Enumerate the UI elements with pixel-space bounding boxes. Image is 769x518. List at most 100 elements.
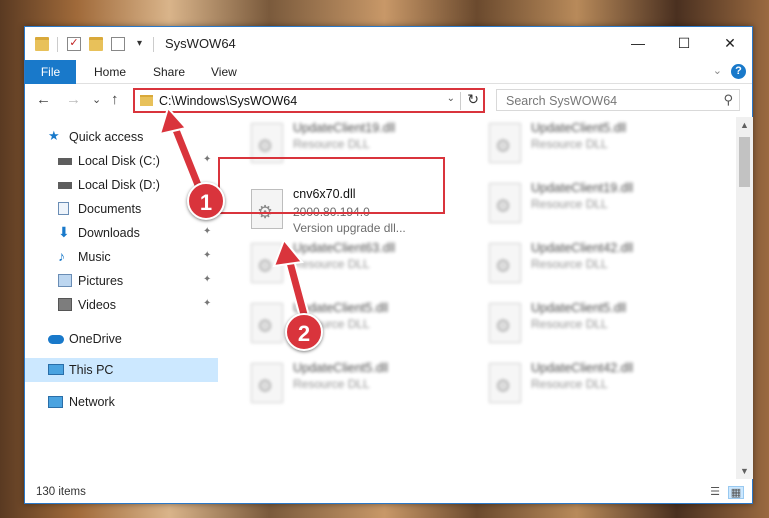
pin-icon[interactable]: ✦ <box>203 298 211 309</box>
file-name: UpdateClient5.dll <box>293 361 389 375</box>
sidebar-item-label: Network <box>69 395 115 409</box>
dll-file-icon: ⚙ <box>489 363 521 403</box>
divider <box>57 37 58 52</box>
file-item[interactable]: ⚙ UpdateClient42.dll Resource DLL <box>485 237 707 289</box>
tab-share[interactable]: Share <box>153 60 185 84</box>
sidebar-item-onedrive[interactable]: OneDrive <box>25 327 218 351</box>
recent-locations-button[interactable]: ⌄ <box>92 93 101 106</box>
up-button[interactable]: ↑ <box>111 91 119 108</box>
sidebar-item-this-pc[interactable]: This PC <box>25 358 218 382</box>
refresh-icon[interactable]: ↻ <box>467 91 479 108</box>
search-input[interactable]: Search SysWOW64 ⚲ <box>496 89 740 111</box>
properties-icon[interactable]: ✓ <box>67 37 81 51</box>
tiles-view-icon[interactable]: ▦ <box>728 486 744 499</box>
sidebar-item-label: Videos <box>78 298 116 312</box>
step-badge-2: 2 <box>285 313 323 351</box>
pictures-icon <box>58 274 72 287</box>
sidebar-item-quick-access[interactable]: ★ Quick access <box>25 125 218 149</box>
close-button[interactable]: ✕ <box>707 27 753 60</box>
scroll-up-icon[interactable]: ▲ <box>740 120 749 130</box>
scrollbar-thumb[interactable] <box>739 137 750 187</box>
chevron-down-icon[interactable]: ⌄ <box>447 93 455 104</box>
details-view-icon[interactable]: ☰ <box>707 486 723 499</box>
pin-icon[interactable]: ✦ <box>203 154 211 165</box>
dll-file-icon: ⚙ <box>251 363 283 403</box>
sidebar-item-downloads[interactable]: ⬇ Downloads ✦ <box>25 221 218 245</box>
forward-button[interactable]: → <box>66 91 81 108</box>
expand-ribbon-icon[interactable]: ⌄ <box>713 64 722 77</box>
address-bar[interactable]: C:\Windows\SysWOW64 ⌄ ↻ <box>133 88 485 113</box>
sidebar-item-label: OneDrive <box>69 332 122 346</box>
dll-file-icon: ⚙ <box>251 303 283 343</box>
dll-file-icon: ⚙ <box>489 123 521 163</box>
pin-icon[interactable]: ✦ <box>203 250 211 261</box>
sidebar-item-videos[interactable]: Videos ✦ <box>25 293 218 317</box>
file-name: UpdateClient42.dll <box>531 361 634 375</box>
search-placeholder: Search SysWOW64 <box>506 94 618 108</box>
sidebar-item-local-disk-c[interactable]: Local Disk (C:) ✦ <box>25 149 218 173</box>
new-folder-icon[interactable] <box>89 37 103 51</box>
drive-icon <box>58 182 72 189</box>
file-item[interactable]: ⚙ UpdateClient5.dll Resource DLL <box>247 297 469 349</box>
sidebar-item-label: Pictures <box>78 274 124 288</box>
network-icon <box>48 396 63 408</box>
star-icon: ★ <box>48 128 60 143</box>
file-description: Resource DLL <box>531 377 608 391</box>
downloads-icon: ⬇ <box>58 224 70 240</box>
videos-icon <box>58 298 72 311</box>
explorer-window: ✓ ▾ SysWOW64 — ☐ ✕ File Home Share View … <box>24 26 753 504</box>
sidebar-item-label: Local Disk (C:) <box>78 154 160 168</box>
file-description: Resource DLL <box>531 197 608 211</box>
address-path[interactable]: C:\Windows\SysWOW64 <box>159 94 297 108</box>
file-item[interactable]: ⚙ UpdateClient5.dll Resource DLL <box>485 297 707 349</box>
file-highlight <box>218 157 445 214</box>
sidebar-item-label: This PC <box>69 363 114 377</box>
customize-toolbar-icon[interactable] <box>111 37 125 51</box>
file-item[interactable]: ⚙ UpdateClient19.dll Resource DLL <box>485 177 707 229</box>
file-description: Resource DLL <box>531 317 608 331</box>
file-name: UpdateClient63.dll <box>293 241 396 255</box>
file-description: Version upgrade dll... <box>293 221 406 235</box>
sidebar-item-pictures[interactable]: Pictures ✦ <box>25 269 218 293</box>
dll-file-icon: ⚙ <box>251 243 283 283</box>
computer-icon <box>48 364 64 375</box>
tab-file[interactable]: File <box>25 60 76 84</box>
pin-icon[interactable]: ✦ <box>203 274 211 285</box>
vertical-scrollbar[interactable]: ▲ ▼ <box>736 117 753 479</box>
step-badge-1: 1 <box>187 182 225 220</box>
search-icon[interactable]: ⚲ <box>723 92 733 108</box>
chevron-down-icon[interactable]: ▾ <box>137 38 151 52</box>
file-name: UpdateClient19.dll <box>531 181 634 195</box>
navigation-bar: ← → ⌄ ↑ C:\Windows\SysWOW64 ⌄ ↻ Search S… <box>25 84 752 117</box>
sidebar-item-network[interactable]: Network <box>25 390 218 414</box>
window-title: SysWOW64 <box>165 36 236 51</box>
file-item[interactable]: ⚙ UpdateClient5.dll Resource DLL <box>247 357 469 409</box>
minimize-button[interactable]: — <box>615 27 661 60</box>
navigation-pane: ★ Quick access Local Disk (C:) ✦ Local D… <box>25 117 218 479</box>
back-button[interactable]: ← <box>36 91 51 108</box>
file-description: Resource DLL <box>531 137 608 151</box>
file-description: Resource DLL <box>293 257 370 271</box>
folder-icon <box>140 95 153 106</box>
file-description: Resource DLL <box>293 377 370 391</box>
dll-file-icon: ⚙ <box>489 183 521 223</box>
sidebar-item-label: Quick access <box>69 130 144 144</box>
sidebar-item-label: Local Disk (D:) <box>78 178 160 192</box>
cloud-icon <box>48 335 64 344</box>
file-item[interactable]: ⚙ UpdateClient63.dll Resource DLL <box>247 237 469 289</box>
file-item[interactable]: ⚙ UpdateClient42.dll Resource DLL <box>485 357 707 409</box>
pin-icon[interactable]: ✦ <box>203 226 211 237</box>
tab-home[interactable]: Home <box>94 60 126 84</box>
file-item[interactable]: ⚙ UpdateClient5.dll Resource DLL <box>485 117 707 169</box>
tab-view[interactable]: View <box>211 60 237 84</box>
sidebar-item-music[interactable]: ♪ Music ✦ <box>25 245 218 269</box>
file-name: UpdateClient19.dll <box>293 121 396 135</box>
file-description: Resource DLL <box>293 137 370 151</box>
sidebar-item-label: Music <box>78 250 111 264</box>
file-name: UpdateClient5.dll <box>531 121 627 135</box>
documents-icon <box>58 202 69 215</box>
maximize-button[interactable]: ☐ <box>661 27 707 60</box>
scroll-down-icon[interactable]: ▼ <box>740 466 749 476</box>
title-bar: ✓ ▾ SysWOW64 — ☐ ✕ <box>25 27 752 60</box>
help-icon[interactable]: ? <box>731 64 746 79</box>
